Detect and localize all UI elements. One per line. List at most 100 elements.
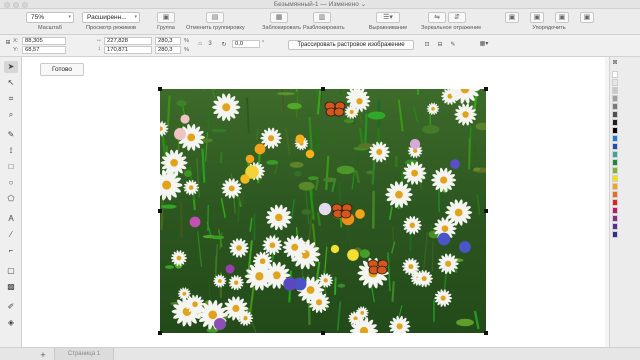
wildflower — [225, 264, 235, 274]
selection-handle-w[interactable] — [158, 209, 162, 213]
document-status: Изменено — [328, 1, 359, 8]
wildflower — [240, 174, 250, 184]
crop-tool[interactable]: ⌗ — [4, 93, 18, 105]
add-page-icon[interactable]: + — [38, 350, 48, 360]
selection-handle-e[interactable] — [484, 209, 488, 213]
line-tool[interactable]: ⁄ — [4, 229, 18, 241]
document-title: Безымянный-1 — [273, 1, 319, 8]
connector-tool[interactable]: ⌐ — [4, 245, 18, 257]
width-field[interactable]: 227,828 — [104, 37, 152, 45]
palette-swatch[interactable] — [612, 127, 618, 134]
wildflower — [180, 114, 190, 124]
selection-handle-nw[interactable] — [158, 87, 162, 91]
palette-swatch[interactable] — [612, 143, 618, 150]
text-tool[interactable]: A — [4, 213, 18, 225]
palette-swatch[interactable] — [612, 175, 618, 182]
align-icon: ☰▾ — [383, 14, 393, 21]
view-mode-select[interactable]: Расширенн... ▾ — [82, 12, 140, 23]
ellipse-tool[interactable]: ○ — [4, 177, 18, 189]
palette-swatch[interactable] — [612, 191, 618, 198]
wildflower-image — [160, 89, 486, 333]
done-button[interactable]: Готово — [40, 63, 84, 76]
zoom-tool[interactable]: ⌕ — [4, 109, 18, 121]
transparency-tool[interactable]: ▩ — [4, 281, 18, 293]
no-color-icon[interactable]: ⊠ — [611, 59, 619, 66]
close-window-icon[interactable] — [4, 2, 10, 8]
mirror-vertical-button[interactable]: ⇵ — [448, 12, 466, 23]
selection-handle-se[interactable] — [484, 331, 488, 335]
scale-width-field[interactable]: 280,3 — [155, 37, 181, 45]
palette-swatch[interactable] — [612, 215, 618, 222]
palette-swatch[interactable] — [612, 111, 618, 118]
freehand-tool[interactable]: ✎ — [4, 129, 18, 141]
palette-swatch[interactable] — [612, 119, 618, 126]
eyedropper-tool[interactable]: ✐ — [4, 301, 18, 313]
palette-swatch[interactable] — [612, 183, 618, 190]
title-menu-icon[interactable]: ⌄ — [361, 1, 366, 8]
palette-swatch[interactable] — [612, 103, 618, 110]
wildflower — [295, 134, 305, 144]
zoom-window-icon[interactable] — [22, 2, 28, 8]
palette-swatch[interactable] — [612, 199, 618, 206]
palette-swatch[interactable] — [612, 79, 618, 86]
palette-swatch[interactable] — [612, 223, 618, 230]
line-icon: ⁄ — [10, 230, 12, 239]
palette-swatch[interactable] — [612, 71, 618, 78]
wildflower — [437, 232, 451, 246]
unlock-button[interactable]: ▥ — [313, 12, 331, 23]
drawing-canvas[interactable]: Готово — [22, 57, 605, 347]
y-position-field[interactable]: 68,57 — [22, 46, 66, 54]
palette-swatch[interactable] — [612, 95, 618, 102]
selection-handle-n[interactable] — [321, 87, 325, 91]
x-position-field[interactable]: 88,305 — [22, 37, 66, 45]
minimize-window-icon[interactable] — [13, 2, 19, 8]
selection-handle-sw[interactable] — [158, 331, 162, 335]
nudge-stepper-icon[interactable]: 3 — [206, 41, 214, 47]
arrange-forward-button[interactable]: ▣ — [530, 12, 544, 23]
mirror-horizontal-button[interactable]: ⇋ — [428, 12, 446, 23]
height-field[interactable]: 170,871 — [104, 46, 152, 54]
wrap-text-icon[interactable]: ▦▾ — [476, 40, 492, 47]
fill-tool[interactable]: ◈ — [4, 317, 18, 329]
trace-bitmap-button[interactable]: Трассировать растровое изображение — [288, 40, 414, 50]
polygon-tool[interactable]: ⬠ — [4, 193, 18, 205]
edit-bitmap-icon[interactable]: ✎ — [448, 41, 458, 48]
palette-swatch[interactable] — [612, 167, 618, 174]
align-label: Выравнивание — [368, 25, 408, 31]
align-button[interactable]: ☰▾ — [376, 12, 400, 23]
rotate-icon: ↻ — [221, 42, 227, 48]
resample-icon[interactable]: ⊟ — [435, 41, 445, 48]
scale-height-field[interactable]: 280,3 — [155, 46, 181, 54]
palette-swatch[interactable] — [612, 151, 618, 158]
palette-swatch[interactable] — [612, 135, 618, 142]
wildflower — [355, 209, 365, 219]
wildflower-bitmap[interactable] — [160, 89, 486, 333]
angle-field[interactable]: 0,0 — [232, 40, 260, 48]
palette-swatch[interactable] — [612, 159, 618, 166]
selection-handle-ne[interactable] — [484, 87, 488, 91]
lock-button[interactable]: ▦ — [270, 12, 288, 23]
arrange-back-button[interactable]: ▣ — [580, 12, 594, 23]
shape-tool[interactable]: ↖ — [4, 77, 18, 89]
text-icon: A — [8, 214, 14, 223]
to-back-icon: ▣ — [583, 14, 591, 21]
palette-swatch[interactable] — [612, 87, 618, 94]
lock-ratio-icon[interactable]: ⌂ — [195, 41, 205, 47]
pointer-tool[interactable]: ➤ — [4, 61, 18, 73]
arrange-backward-button[interactable]: ▣ — [555, 12, 569, 23]
selection-handle-s[interactable] — [321, 331, 325, 335]
group-button[interactable]: ▣ — [157, 12, 175, 23]
rectangle-tool[interactable]: □ — [4, 161, 18, 173]
shadow-tool[interactable]: ▢ — [4, 265, 18, 277]
ungroup-button[interactable]: ▤ — [206, 12, 224, 23]
crop-bitmap-icon[interactable]: ⊡ — [422, 41, 432, 48]
page-tab-1[interactable]: Страница 1 — [54, 348, 114, 360]
zoom-select[interactable]: 75% ▾ — [26, 12, 74, 23]
group-label: Группа — [157, 25, 175, 31]
smart-fill-tool[interactable]: ⟟ — [4, 145, 18, 157]
arrange-front-button[interactable]: ▣ — [505, 12, 519, 23]
palette-swatch[interactable] — [612, 231, 618, 238]
arrange-label: Упорядочить — [532, 25, 566, 31]
origin-icon[interactable]: ⊞ — [3, 39, 13, 46]
palette-swatch[interactable] — [612, 207, 618, 214]
